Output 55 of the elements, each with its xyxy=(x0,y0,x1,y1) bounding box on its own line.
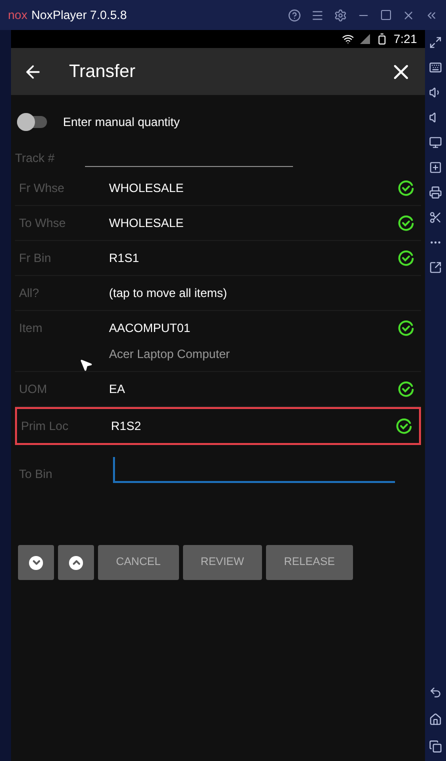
keyboard-icon[interactable] xyxy=(429,61,442,74)
field-value[interactable]: (tap to move all items) xyxy=(109,284,397,302)
field-value: R1S2 xyxy=(111,418,142,435)
field-value: EA xyxy=(109,381,126,398)
action-button[interactable]: CANCEL xyxy=(98,545,179,580)
nox-logo: nox xyxy=(8,7,28,24)
caret-up-icon xyxy=(69,556,83,570)
check-circle-icon xyxy=(397,319,415,337)
field-label: To Bin xyxy=(19,466,54,483)
printer-icon[interactable] xyxy=(429,186,442,199)
field-label: Track # xyxy=(15,150,56,167)
signal-icon xyxy=(360,34,370,44)
field-label: To Whse xyxy=(19,215,67,232)
check-circle-icon xyxy=(397,249,415,267)
toggle-label: Enter manual quantity xyxy=(63,114,180,131)
field-value: AACOMPUT01 xyxy=(109,320,192,337)
battery-icon xyxy=(376,33,388,45)
check-circle-icon xyxy=(397,380,415,398)
field-label: Fr Whse xyxy=(19,180,66,197)
field-label: Item xyxy=(19,320,44,337)
volume-up-icon[interactable] xyxy=(429,86,442,99)
menu-icon[interactable] xyxy=(311,8,324,22)
external-link-icon[interactable] xyxy=(429,261,442,274)
field-value: WHOLESALE xyxy=(109,215,185,232)
settings-icon[interactable] xyxy=(334,8,347,22)
item-description: Acer Laptop Computer xyxy=(109,346,231,363)
home-icon[interactable] xyxy=(429,713,442,726)
scroll-down-button[interactable] xyxy=(18,545,54,580)
action-button[interactable]: REVIEW xyxy=(182,545,262,580)
field-value: WHOLESALE xyxy=(109,180,185,197)
check-circle-icon xyxy=(397,214,415,232)
help-icon[interactable] xyxy=(288,8,301,22)
toggle-switch[interactable] xyxy=(17,116,47,128)
back-icon[interactable] xyxy=(429,686,442,699)
field-label: UOM xyxy=(19,381,48,398)
caret-down-icon xyxy=(29,556,43,570)
check-circle-icon xyxy=(395,417,413,435)
clock-text: 7:21 xyxy=(394,31,417,48)
window-title: NoxPlayer 7.0.5.8 xyxy=(31,7,127,24)
scissors-icon[interactable] xyxy=(429,211,442,224)
monitor-icon[interactable] xyxy=(429,136,442,149)
expand-icon[interactable] xyxy=(429,36,442,49)
maximize-icon[interactable] xyxy=(380,9,392,21)
app-title: Transfer xyxy=(69,60,136,83)
to-bin-input-field[interactable] xyxy=(113,457,395,483)
mouse-pointer-icon xyxy=(79,358,93,372)
add-icon[interactable] xyxy=(429,161,442,174)
recent-apps-icon[interactable] xyxy=(429,740,442,753)
field-label: Prim Loc xyxy=(21,418,70,435)
field-label: All? xyxy=(19,285,40,302)
check-circle-icon xyxy=(397,179,415,197)
scroll-up-button[interactable] xyxy=(58,545,94,580)
field-label: Fr Bin xyxy=(19,250,52,267)
field-value: R1S1 xyxy=(109,250,140,267)
action-button[interactable]: RELEASE xyxy=(266,545,353,580)
